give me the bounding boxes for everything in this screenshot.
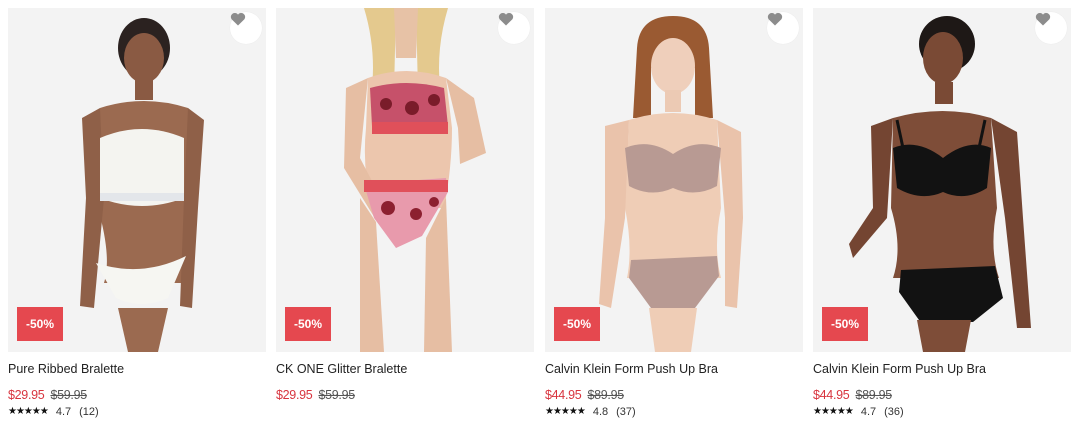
model-photo-white-set	[8, 8, 266, 352]
product-image[interactable]: -50%	[545, 8, 803, 352]
discount-badge: -50%	[822, 307, 868, 341]
price-row: $44.95 $89.95	[545, 387, 803, 403]
rating-score: 4.7	[55, 406, 72, 418]
sale-price: $29.95	[8, 388, 45, 402]
discount-badge: -50%	[554, 307, 600, 341]
product-card[interactable]: -50% Calvin Klein Form Push Up Bra $44.9…	[813, 8, 1071, 419]
sale-price: $44.95	[545, 388, 582, 402]
original-price: $59.95	[50, 388, 87, 402]
heart-icon	[230, 12, 246, 26]
product-name[interactable]: Calvin Klein Form Push Up Bra	[545, 361, 803, 377]
product-card[interactable]: -50% Pure Ribbed Bralette $29.95 $59.95 ★…	[8, 8, 266, 419]
rating-row[interactable]: ★★★★★ 4.7 (36)	[813, 405, 1071, 419]
rating-stars-icon: ★★★★★	[813, 406, 854, 417]
rating-row[interactable]: ★★★★★ 4.8 (37)	[545, 405, 803, 419]
rating-score: 4.7	[860, 406, 877, 418]
wishlist-button[interactable]	[1035, 12, 1067, 44]
model-photo-black-set	[813, 8, 1071, 352]
rating-row[interactable]: ★★★★★ 4.7 (12)	[8, 405, 266, 419]
product-image[interactable]: -50%	[276, 8, 534, 352]
product-name[interactable]: Pure Ribbed Bralette	[8, 361, 266, 377]
product-grid: -50% Pure Ribbed Bralette $29.95 $59.95 ★…	[0, 0, 1080, 425]
heart-icon	[498, 12, 514, 26]
original-price: $89.95	[587, 388, 624, 402]
rating-stars-icon: ★★★★★	[545, 406, 586, 417]
product-name[interactable]: Calvin Klein Form Push Up Bra	[813, 361, 1071, 377]
original-price: $89.95	[855, 388, 892, 402]
product-card[interactable]: -50% Calvin Klein Form Push Up Bra $44.9…	[545, 8, 803, 419]
price-row: $29.95 $59.95	[276, 387, 534, 403]
sale-price: $29.95	[276, 388, 313, 402]
rating-stars-icon: ★★★★★	[8, 406, 49, 417]
price-row: $29.95 $59.95	[8, 387, 266, 403]
heart-icon	[767, 12, 783, 26]
product-card[interactable]: -50% CK ONE Glitter Bralette $29.95 $59.9…	[276, 8, 534, 403]
product-image[interactable]: -50%	[8, 8, 266, 352]
model-photo-taupe-set	[545, 8, 803, 352]
discount-badge: -50%	[17, 307, 63, 341]
wishlist-button[interactable]	[230, 12, 262, 44]
original-price: $59.95	[318, 388, 355, 402]
review-count: (37)	[616, 406, 636, 418]
price-row: $44.95 $89.95	[813, 387, 1071, 403]
product-image[interactable]: -50%	[813, 8, 1071, 352]
model-photo-floral-set	[276, 8, 534, 352]
wishlist-button[interactable]	[767, 12, 799, 44]
heart-icon	[1035, 12, 1051, 26]
sale-price: $44.95	[813, 388, 850, 402]
review-count: (12)	[79, 406, 99, 418]
discount-badge: -50%	[285, 307, 331, 341]
product-name[interactable]: CK ONE Glitter Bralette	[276, 361, 534, 377]
review-count: (36)	[884, 406, 904, 418]
rating-score: 4.8	[592, 406, 609, 418]
wishlist-button[interactable]	[498, 12, 530, 44]
